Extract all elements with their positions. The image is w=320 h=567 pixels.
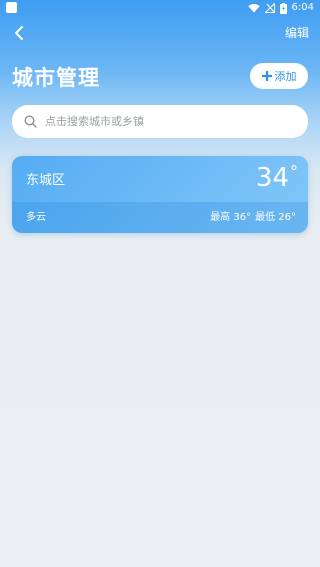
back-button[interactable] bbox=[8, 22, 30, 44]
page-title: 城市管理 bbox=[12, 66, 100, 90]
weather-condition: 多云 bbox=[26, 212, 46, 223]
temp-high: 最高 36° bbox=[210, 212, 252, 223]
search-bar[interactable] bbox=[12, 105, 308, 138]
city-name: 东城区 bbox=[26, 173, 66, 188]
wifi-icon bbox=[247, 3, 260, 13]
degree-symbol: ° bbox=[290, 162, 298, 181]
edit-button[interactable]: 编辑 bbox=[285, 24, 309, 41]
status-icons: 6:04 bbox=[247, 1, 314, 15]
top-nav: 编辑 bbox=[0, 18, 320, 46]
search-input[interactable] bbox=[45, 115, 285, 128]
status-bar: 6:04 bbox=[0, 0, 320, 16]
temp-low: 最低 26° bbox=[255, 212, 296, 223]
battery-icon bbox=[279, 2, 287, 14]
plus-icon bbox=[261, 71, 272, 81]
temperature-value: 34 bbox=[255, 163, 289, 193]
add-city-button[interactable]: 添加 bbox=[250, 63, 308, 89]
add-city-label: 添加 bbox=[274, 70, 297, 83]
search-icon bbox=[24, 115, 37, 128]
app-notification-icon bbox=[6, 2, 17, 13]
no-signal-icon bbox=[264, 3, 275, 13]
chevron-left-icon bbox=[15, 26, 23, 40]
temperature-range: 最高 36° 最低 26° bbox=[210, 208, 296, 223]
city-card[interactable]: 东城区 34 ° 多云 最高 36° 最低 26° bbox=[12, 156, 308, 233]
city-temperature: 34 ° bbox=[255, 162, 298, 194]
status-time: 6:04 bbox=[291, 2, 314, 13]
